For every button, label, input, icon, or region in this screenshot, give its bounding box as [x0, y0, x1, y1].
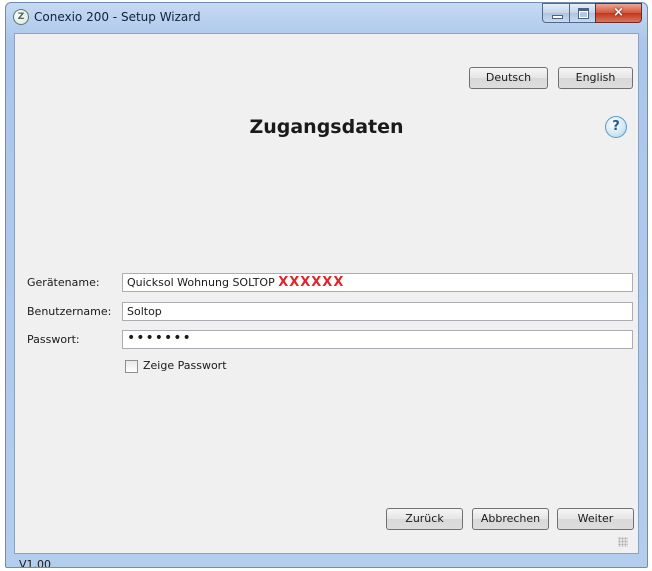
maximize-icon [578, 8, 589, 19]
resize-grip-icon[interactable] [618, 537, 628, 547]
back-button[interactable]: Zurück [386, 508, 463, 530]
username-field[interactable]: Soltop [122, 302, 633, 321]
close-button[interactable]: × [595, 3, 642, 23]
device-name-value: Quicksol Wohnung SOLTOP [127, 276, 275, 289]
language-english-button[interactable]: English [558, 67, 633, 89]
device-name-field[interactable]: Quicksol Wohnung SOLTOP XXXXXX [122, 273, 633, 292]
redaction-mark: XXXXXX [278, 275, 345, 290]
wizard-content: Deutsch English Zugangsdaten ? Gerätenam… [14, 33, 639, 567]
username-label: Benutzername: [27, 305, 112, 318]
show-password-checkbox[interactable] [125, 360, 138, 373]
device-name-label: Gerätename: [27, 276, 100, 289]
window-title: Conexio 200 - Setup Wizard [34, 10, 201, 24]
minimize-button[interactable] [542, 3, 570, 23]
close-icon: × [613, 5, 624, 20]
page-title: Zugangsdaten [249, 116, 404, 138]
help-icon[interactable]: ? [605, 116, 627, 138]
password-field[interactable]: ••••••• [122, 330, 633, 349]
cancel-button[interactable]: Abbrechen [472, 508, 549, 530]
title-bar[interactable]: Z Conexio 200 - Setup Wizard × [6, 3, 647, 33]
version-label: V1.00 [19, 558, 52, 568]
show-password-label[interactable]: Zeige Passwort [143, 359, 227, 372]
wizard-window: Z Conexio 200 - Setup Wizard × Deutsch E… [5, 2, 648, 568]
password-label: Passwort: [27, 333, 80, 346]
minimize-icon [552, 15, 563, 19]
conexio-logo-icon[interactable]: Z [13, 9, 29, 25]
maximize-button[interactable] [569, 3, 596, 23]
language-german-button[interactable]: Deutsch [469, 67, 548, 89]
next-button[interactable]: Weiter [557, 508, 634, 530]
